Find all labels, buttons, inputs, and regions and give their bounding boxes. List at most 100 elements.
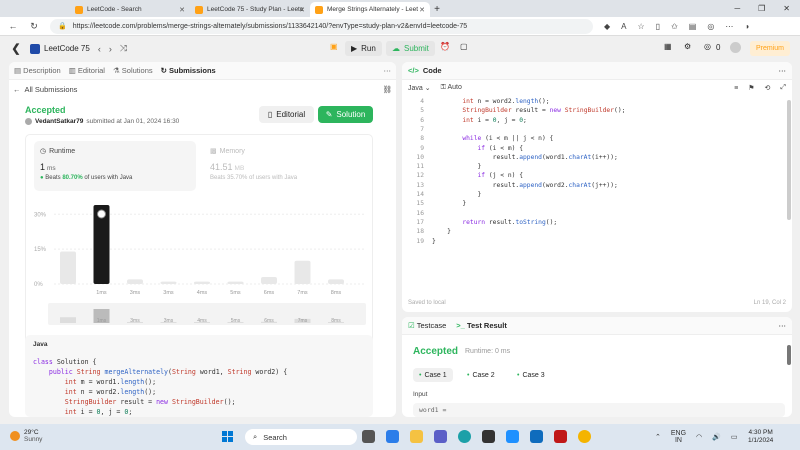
case-3-tab[interactable]: • Case 3: [511, 368, 551, 382]
bookmark-icon[interactable]: ⚑: [748, 84, 754, 92]
maximize-icon[interactable]: ❐: [758, 4, 765, 13]
edge-icon[interactable]: ◑: [744, 22, 749, 31]
close-tab-icon[interactable]: ✕: [179, 6, 185, 14]
sun-icon: [10, 431, 20, 441]
chevron-up-icon[interactable]: ⌃: [655, 433, 661, 441]
test-runtime: Runtime: 0 ms: [465, 348, 511, 355]
browser-tab-active[interactable]: Merge Strings Alternately - Leet ✕: [310, 2, 430, 17]
next-problem-icon[interactable]: ›: [109, 44, 112, 54]
author-name[interactable]: VedantSatkar79: [35, 118, 83, 125]
input-label: Input: [413, 391, 428, 398]
collections-icon[interactable]: ▤: [689, 22, 697, 31]
edge-icon[interactable]: [458, 430, 471, 443]
language-indicator[interactable]: ENG IN: [671, 430, 686, 444]
chrome-icon[interactable]: [578, 430, 591, 443]
mcafee-icon[interactable]: [554, 430, 567, 443]
case-2-tab[interactable]: • Case 2: [461, 368, 501, 382]
store-icon[interactable]: [482, 430, 495, 443]
weather-widget[interactable]: 29°C Sunny: [10, 429, 42, 443]
leetcode-logo-icon[interactable]: ❮: [10, 43, 22, 55]
reset-icon[interactable]: ⟲: [765, 84, 771, 92]
new-tab-button[interactable]: +: [430, 2, 444, 17]
memory-card[interactable]: ▩ Memory 41.51 MB Beats 35.70% of users wi…: [204, 141, 366, 191]
browser-tab[interactable]: LeetCode 75 - Study Plan - Leetc ✕: [190, 2, 310, 17]
url-field[interactable]: 🔒 https://leetcode.com/problems/merge-st…: [50, 18, 593, 34]
battery-icon[interactable]: ▭: [731, 433, 738, 441]
outlook-icon[interactable]: [530, 430, 543, 443]
debug-icon[interactable]: ▣: [330, 42, 338, 51]
study-plan-link[interactable]: LeetCode 75: [30, 43, 90, 54]
link-icon[interactable]: ⛓: [382, 85, 392, 94]
back-icon[interactable]: ←: [8, 21, 18, 31]
auto-mode[interactable]: ⚿ Auto: [441, 84, 462, 92]
timer-icon[interactable]: ⏰: [440, 42, 450, 51]
window-controls: ─ ❐ ✕: [734, 0, 800, 17]
format-icon[interactable]: ≡: [734, 85, 738, 92]
notes-icon[interactable]: ▢: [460, 42, 468, 51]
x-tick-label: 3ms: [130, 290, 141, 296]
copilot-icon[interactable]: ◎: [707, 22, 714, 31]
layout-icon[interactable]: ▦: [664, 42, 672, 51]
expand-icon[interactable]: ⤢: [780, 84, 786, 92]
teams-icon[interactable]: [434, 430, 447, 443]
tab-editorial[interactable]: ▥ Editorial: [69, 66, 105, 75]
onedrive-icon[interactable]: [506, 430, 519, 443]
clock[interactable]: 4:30 PM 1/1/2024: [748, 429, 773, 445]
extension-icon[interactable]: ◆: [604, 22, 610, 31]
shuffle-icon[interactable]: ⤨: [120, 43, 127, 54]
run-button[interactable]: ▶ Run: [345, 41, 382, 56]
x-tick-label: 5ms: [230, 290, 241, 296]
panel-more-icon[interactable]: ⋯: [384, 66, 392, 75]
more-icon[interactable]: ⋯: [725, 22, 733, 31]
close-tab-icon[interactable]: ✕: [419, 6, 425, 14]
minimize-icon[interactable]: ─: [734, 4, 740, 13]
close-tab-icon[interactable]: ✕: [299, 6, 305, 14]
bar: [127, 279, 143, 284]
runtime-card[interactable]: ◷ Runtime 1 ms ● Beats 80.70% of users wit…: [34, 141, 196, 191]
settings-icon[interactable]: ⚙: [684, 42, 691, 51]
x-tick-label: 3ms: [163, 290, 174, 296]
widgets-icon[interactable]: [386, 430, 399, 443]
taskview-icon[interactable]: [362, 430, 375, 443]
code-icon: </>: [408, 66, 419, 75]
volume-icon[interactable]: 🔊: [712, 433, 721, 441]
prev-problem-icon[interactable]: ‹: [98, 44, 101, 54]
avatar[interactable]: [730, 42, 741, 53]
case-1-tab[interactable]: • Case 1: [413, 368, 453, 382]
bar: [227, 281, 244, 284]
premium-button[interactable]: Premium: [750, 41, 791, 56]
split-screen-icon[interactable]: ▯: [656, 22, 660, 31]
input-value: word1 =: [413, 403, 785, 417]
line-number: 12: [416, 172, 424, 180]
taskbar-search[interactable]: ⌕ Search: [245, 429, 357, 445]
tab-solutions[interactable]: ⚗ Solutions: [113, 66, 153, 75]
solution-button[interactable]: ✎ Solution: [318, 106, 373, 123]
wifi-icon[interactable]: ◠: [696, 433, 702, 441]
fire-icon[interactable]: ◎: [704, 42, 711, 51]
panel-more-icon[interactable]: ⋯: [779, 66, 787, 75]
overview-tick-label: 8ms: [331, 318, 341, 324]
favorites-icon[interactable]: ✩: [671, 22, 678, 31]
x-tick-label: 8ms: [331, 290, 342, 296]
tab-submissions[interactable]: ↻ Submissions: [161, 66, 216, 75]
result-scrollbar[interactable]: [787, 345, 791, 365]
editor-scrollbar[interactable]: [787, 100, 791, 220]
tab-test-result[interactable]: >_ Test Result: [456, 321, 507, 330]
read-aloud-icon[interactable]: A: [621, 22, 626, 31]
submit-button[interactable]: ☁ Submit: [386, 41, 435, 56]
all-submissions-link[interactable]: ← All Submissions ⛓: [9, 80, 396, 98]
tab-description[interactable]: ▤ Description: [14, 66, 61, 75]
file-explorer-icon[interactable]: [410, 430, 423, 443]
favorite-icon[interactable]: ☆: [638, 22, 645, 31]
code-line: int i = 0, j = 0;: [64, 408, 133, 416]
language-select[interactable]: Java ⌄: [408, 84, 431, 92]
editorial-button[interactable]: ▯ Editorial: [259, 106, 314, 123]
tab-testcase[interactable]: ☑ Testcase: [408, 321, 446, 330]
study-plan-icon: [30, 43, 40, 54]
panel-more-icon[interactable]: ⋯: [779, 321, 787, 330]
close-window-icon[interactable]: ✕: [783, 4, 790, 13]
windows-start-icon[interactable]: [222, 431, 233, 442]
refresh-icon[interactable]: ↻: [29, 21, 39, 32]
browser-tab[interactable]: LeetCode - Search ✕: [70, 2, 190, 17]
overview-tick-label: 6ms: [264, 318, 274, 324]
